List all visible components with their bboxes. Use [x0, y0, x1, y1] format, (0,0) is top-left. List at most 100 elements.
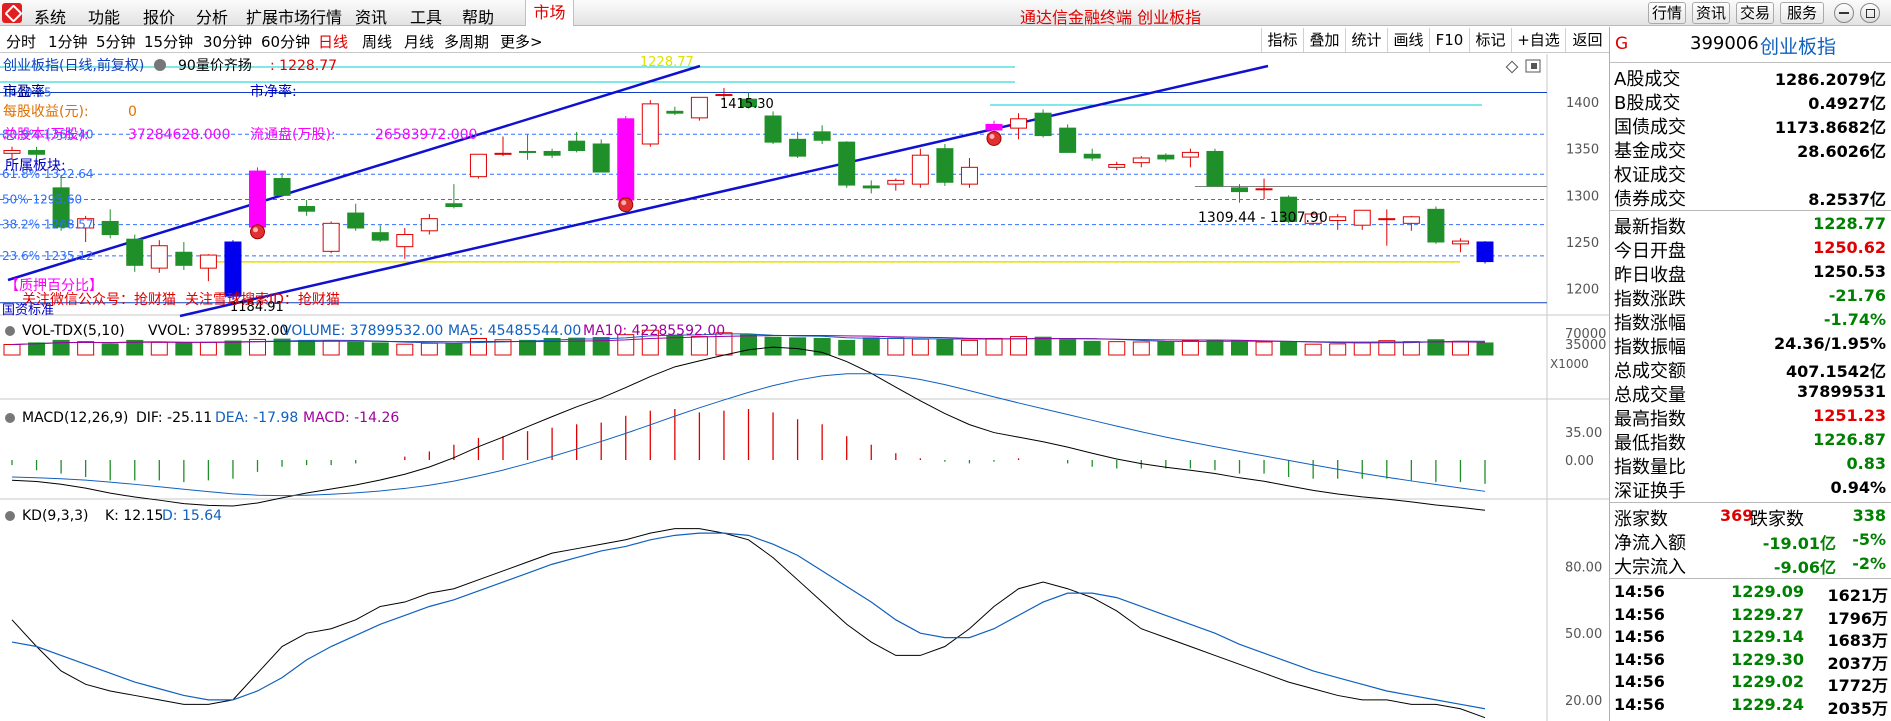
tick-volume: 2037万: [1827, 653, 1888, 673]
volume-bar: [1206, 340, 1224, 356]
candle-body: [519, 150, 537, 153]
turnover-row-value: 0.4927亿: [1808, 94, 1886, 113]
index-code: 399006: [1690, 33, 1759, 54]
period-30min[interactable]: 30分钟: [203, 31, 252, 52]
menu-system[interactable]: 系统: [34, 4, 66, 28]
macd-dea: DEA: -17.98: [215, 410, 298, 426]
volume-bar: [1280, 341, 1298, 356]
tick-price: 1229.02: [1731, 672, 1804, 691]
tick-volume: 1621万: [1827, 586, 1888, 605]
index-stat-row: 指数量比 0.83: [1610, 452, 1891, 478]
period-60min[interactable]: 60分钟: [261, 31, 310, 52]
candle-body: [1353, 209, 1371, 226]
period-daily[interactable]: 日线: [318, 31, 348, 52]
candle-body: [960, 166, 978, 185]
net-inflow-row-pct: -5%: [1852, 530, 1886, 549]
fib-label: 38.2% 1268.57: [2, 218, 94, 232]
stats-button[interactable]: 统计: [1345, 28, 1387, 52]
total-shares-value: 37284628.000: [128, 127, 230, 143]
menu-tools[interactable]: 工具: [410, 4, 442, 28]
index-stat-row: 最低指数 1226.87: [1610, 428, 1891, 454]
trade-button[interactable]: 交易: [1736, 2, 1774, 24]
channel-line-upper: [7, 64, 701, 282]
menu-help[interactable]: 帮助: [462, 4, 494, 28]
quote-button[interactable]: 行情: [1648, 2, 1686, 24]
volume-bar: [690, 336, 708, 356]
candle-body: [273, 178, 291, 196]
macd-settings-icon: [5, 413, 15, 423]
overlay-button[interactable]: 叠加: [1303, 28, 1345, 52]
index-stat-row-value: 1251.23: [1813, 406, 1886, 425]
index-stat-row-value: -1.74%: [1823, 310, 1886, 329]
candle-body: [298, 206, 316, 212]
tick-time: 14:56: [1614, 627, 1665, 646]
quote-separator: [1610, 502, 1891, 503]
price-axis-tick: 1300: [1566, 189, 1599, 204]
fib-label: 50% 1295.60: [2, 192, 82, 206]
index-stat-row: 总成交量 37899531: [1610, 380, 1891, 406]
minimize-icon[interactable]: [1834, 3, 1854, 23]
candle-body: [420, 218, 438, 232]
decline-count: 338: [1852, 506, 1886, 525]
period-5min[interactable]: 5分钟: [96, 31, 136, 52]
indicator-button[interactable]: 指标: [1261, 28, 1303, 52]
vol-ma10: MA10: 42285592.00: [583, 323, 725, 339]
candle-body: [1157, 154, 1175, 160]
net-inflow-row-value: -19.01亿: [1762, 534, 1836, 553]
kd-settings-icon: [5, 511, 15, 521]
period-multi[interactable]: 多周期: [444, 31, 489, 52]
volume-bar: [789, 337, 807, 356]
menu-news[interactable]: 资讯: [355, 4, 387, 28]
advance-decline-row: 涨家数 369 跌家数 338: [1610, 504, 1891, 530]
period-monthly[interactable]: 月线: [404, 31, 434, 52]
tick-volume: 1772万: [1827, 676, 1888, 695]
menu-ext-market[interactable]: 扩展市场行情: [246, 4, 342, 28]
period-1min[interactable]: 1分钟: [48, 31, 88, 52]
candle-body: [715, 94, 733, 97]
volume-bar: [1255, 341, 1273, 356]
volume-bar: [1034, 336, 1052, 356]
market-tab[interactable]: 市场: [525, 0, 574, 26]
f10-button[interactable]: F10: [1429, 28, 1469, 52]
top-price-label: 1228.77: [640, 55, 694, 70]
add-watchlist-button[interactable]: +自选: [1511, 28, 1565, 52]
quote-separator: [1610, 578, 1891, 579]
volume-bar: [1231, 340, 1248, 356]
volume-bar: [519, 339, 537, 356]
candle-body: [1034, 112, 1052, 137]
period-weekly[interactable]: 周线: [362, 31, 392, 52]
menu-function[interactable]: 功能: [88, 4, 120, 28]
macd-dif: DIF: -25.11: [136, 410, 212, 426]
candle-body: [469, 153, 487, 178]
period-more[interactable]: 更多>: [500, 31, 543, 52]
menu-analysis[interactable]: 分析: [196, 4, 228, 28]
candle-body: [690, 96, 708, 119]
restore-icon[interactable]: [1860, 3, 1880, 23]
volume-bar: [445, 343, 463, 356]
volume-bar: [396, 343, 414, 356]
menu-quote[interactable]: 报价: [143, 4, 175, 28]
period-intraday[interactable]: 分时: [6, 31, 36, 52]
tick-time: 14:56: [1614, 672, 1665, 691]
macd-axis-tick: 35.00: [1565, 426, 1602, 441]
volume-bar: [322, 340, 340, 356]
kd-axis-tick: 50.00: [1565, 627, 1602, 642]
mark-button[interactable]: 标记: [1469, 28, 1511, 52]
macd-axis-tick: 0.00: [1565, 454, 1594, 469]
period-15min[interactable]: 15分钟: [144, 31, 193, 52]
kline-chart[interactable]: 创业板指(日线,前复权) 90量价齐扬: 1228.77 1228.77 1415.3…: [0, 54, 1609, 721]
service-button[interactable]: 服务: [1780, 2, 1824, 24]
turnover-row: 基金成交 28.6026亿: [1610, 136, 1891, 162]
index-stat-row: 昨日收盘 1250.53: [1610, 260, 1891, 286]
news-button[interactable]: 资讯: [1692, 2, 1730, 24]
candle-body: [199, 254, 217, 269]
candle-body: [936, 148, 954, 183]
index-stat-row-value: -21.76: [1828, 286, 1886, 305]
back-button[interactable]: 返回: [1565, 28, 1609, 52]
signal-marker-icon: [986, 130, 1002, 146]
turnover-row-label: 债券成交: [1614, 189, 1686, 210]
candle-body: [1083, 153, 1101, 159]
turnover-row: 债券成交 8.2537亿: [1610, 184, 1891, 210]
float-shares-value: 26583972.000: [375, 127, 477, 143]
draw-line-button[interactable]: 画线: [1387, 28, 1429, 52]
